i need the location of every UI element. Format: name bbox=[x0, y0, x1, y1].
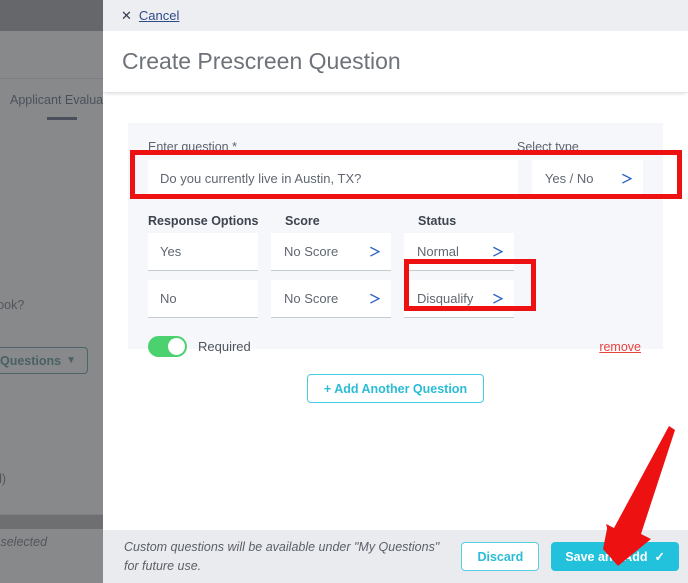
cancel-button[interactable]: ✕ Cancel bbox=[121, 8, 179, 23]
options-header-row: Response Options Score Status bbox=[148, 214, 643, 228]
score-value: No Score bbox=[284, 291, 339, 306]
required-row: Required remove bbox=[148, 336, 643, 357]
required-toggle[interactable] bbox=[148, 336, 187, 357]
response-option-input[interactable]: No bbox=[148, 280, 258, 318]
modal-body: Enter question * Select type Do you curr… bbox=[103, 93, 688, 530]
column-header-score: Score bbox=[285, 214, 320, 228]
add-another-wrapper: + Add Another Question bbox=[128, 374, 663, 403]
score-value: No Score bbox=[284, 244, 339, 259]
question-labels-row: Enter question * Select type bbox=[148, 140, 643, 154]
question-field-row: Do you currently live in Austin, TX? Yes… bbox=[148, 160, 643, 198]
modal-footer: Custom questions will be available under… bbox=[103, 530, 688, 583]
question-card: Enter question * Select type Do you curr… bbox=[128, 123, 663, 357]
select-type-dropdown[interactable]: Yes / No ＞ bbox=[531, 160, 643, 198]
footer-note: Custom questions will be available under… bbox=[124, 540, 440, 573]
close-icon: ✕ bbox=[121, 8, 132, 23]
enter-question-label: Enter question * bbox=[148, 140, 237, 154]
table-row: No No Score ＞ Disqualify ＞ bbox=[148, 280, 643, 318]
chevron-down-icon: ＞ bbox=[620, 171, 633, 186]
question-input[interactable]: Do you currently live in Austin, TX? bbox=[148, 160, 518, 198]
chevron-down-icon: ＞ bbox=[491, 244, 504, 259]
select-type-value: Yes / No bbox=[544, 171, 594, 186]
toggle-knob bbox=[168, 338, 185, 355]
column-header-response-options: Response Options bbox=[148, 214, 259, 228]
chevron-down-icon: ＞ bbox=[491, 291, 504, 306]
check-icon: ✓ bbox=[654, 550, 665, 564]
save-and-add-label: Save and Add bbox=[565, 549, 648, 564]
score-dropdown[interactable]: No Score ＞ bbox=[271, 280, 391, 318]
status-dropdown[interactable]: Disqualify ＞ bbox=[404, 280, 514, 318]
cancel-label: Cancel bbox=[138, 8, 180, 23]
status-dropdown[interactable]: Normal ＞ bbox=[404, 233, 514, 271]
discard-button[interactable]: Discard bbox=[461, 542, 540, 571]
chevron-down-icon: ＞ bbox=[368, 244, 381, 259]
response-option-input[interactable]: Yes bbox=[148, 233, 258, 271]
column-header-status: Status bbox=[418, 214, 457, 228]
page-title: Create Prescreen Question bbox=[103, 31, 688, 93]
required-label: Required bbox=[198, 339, 251, 354]
table-row: Yes No Score ＞ Normal ＞ bbox=[148, 233, 643, 271]
remove-question-link[interactable]: remove bbox=[599, 340, 641, 354]
screen: Applicant Evaluation utlook? Questions ▼… bbox=[0, 0, 688, 583]
required-toggle-group: Required bbox=[148, 336, 251, 357]
modal-overlay-scrim-top bbox=[0, 0, 103, 31]
status-value: Normal bbox=[417, 244, 459, 259]
chevron-down-icon: ＞ bbox=[368, 291, 381, 306]
modal-topbar: ✕ Cancel bbox=[103, 0, 688, 31]
modal-overlay-scrim[interactable] bbox=[0, 0, 103, 583]
modal-overlay-scrim-strip bbox=[0, 515, 103, 529]
select-type-label: Select type bbox=[517, 140, 579, 154]
score-dropdown[interactable]: No Score ＞ bbox=[271, 233, 391, 271]
create-prescreen-question-modal: ✕ Cancel Create Prescreen Question Enter… bbox=[103, 0, 688, 583]
background-page: Applicant Evaluation utlook? Questions ▼… bbox=[0, 0, 103, 583]
status-value: Disqualify bbox=[417, 291, 474, 306]
add-another-question-button[interactable]: + Add Another Question bbox=[306, 374, 485, 403]
save-and-add-button[interactable]: Save and Add ✓ bbox=[551, 542, 679, 571]
